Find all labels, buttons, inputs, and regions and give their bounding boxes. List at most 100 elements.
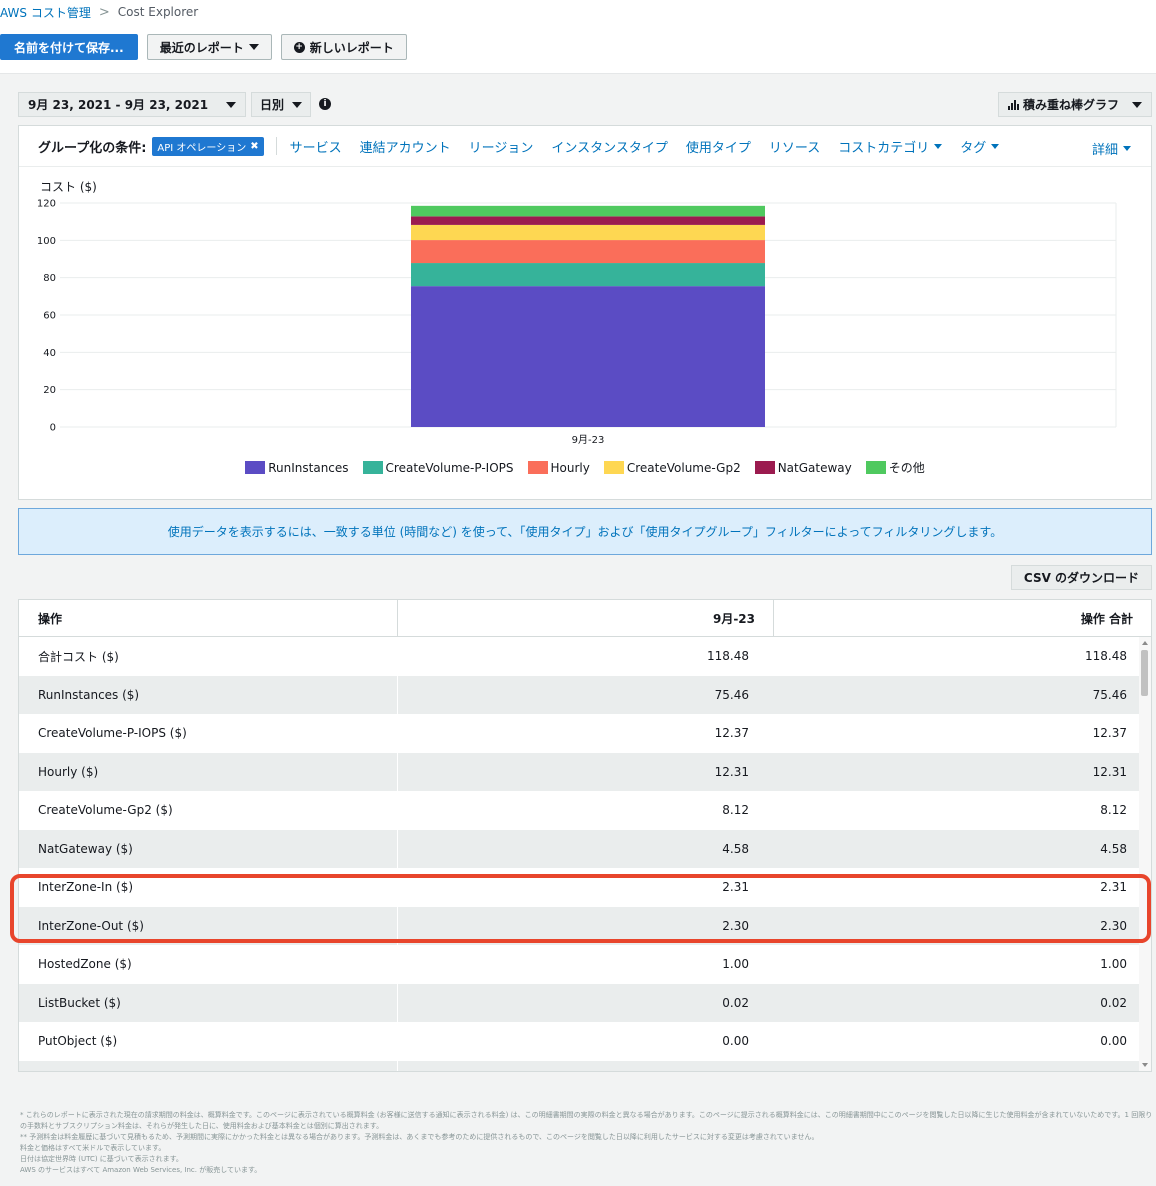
table-row: CreateVolume-Gp2 ($) 8.12 8.12 bbox=[19, 791, 1139, 830]
footnote: AWS のサービスはすべて Amazon Web Services, Inc. … bbox=[20, 1166, 262, 1174]
bar-segment-runinstances[interactable] bbox=[411, 286, 765, 427]
y-tick-label: 40 bbox=[43, 348, 56, 359]
new-report-button[interactable]: + 新しいレポート bbox=[280, 34, 407, 60]
scroll-up-icon[interactable] bbox=[1142, 641, 1148, 645]
bar-segment-createvolume-gp2[interactable] bbox=[411, 224, 765, 241]
date-cost-cell: 2.30 bbox=[397, 906, 774, 945]
scroll-thumb[interactable] bbox=[1141, 650, 1148, 696]
operation-cell: InterZone-In ($) bbox=[38, 880, 134, 895]
chevron-right-icon: > bbox=[98, 4, 110, 20]
legend-item[interactable]: その他 bbox=[865, 459, 925, 476]
operation-cell: CreateVolume-Gp2 ($) bbox=[38, 803, 173, 818]
footnote: 料金と価格はすべて米ドルで表示しています。 bbox=[20, 1144, 166, 1152]
bar-segment-natgateway[interactable] bbox=[411, 216, 765, 225]
column-header-total[interactable]: 操作 合計 bbox=[775, 600, 1151, 637]
date-cost-cell: 75.46 bbox=[397, 675, 774, 714]
date-cost-cell: 2.31 bbox=[722, 880, 749, 895]
chart-type-value: 積み重ね棒グラフ bbox=[1023, 98, 1120, 112]
chart-panel: グループ化の条件: API オペレーション ✖ サービス 連結アカウント リージ… bbox=[18, 125, 1152, 500]
csv-download-label: CSV のダウンロード bbox=[1023, 571, 1140, 585]
y-tick-label: 20 bbox=[43, 385, 56, 396]
info-icon[interactable]: i bbox=[319, 98, 331, 110]
total-cost-cell: 118.48 bbox=[1085, 649, 1127, 664]
date-cost-cell: 118.48 bbox=[707, 649, 749, 664]
table-scrollbar[interactable] bbox=[1139, 637, 1151, 1071]
legend-item[interactable]: CreateVolume-P-IOPS bbox=[362, 459, 514, 476]
footnote: ** 予測料金は料金履歴に基づいて見積もるため、予測期間に実際にかかった料金とは… bbox=[20, 1133, 819, 1141]
date-cost-cell: 0.00 bbox=[722, 1034, 749, 1049]
legend-label: その他 bbox=[888, 461, 925, 475]
granularity-value: 日別 bbox=[260, 98, 285, 112]
legend-item[interactable]: RunInstances bbox=[245, 459, 349, 476]
legend-label: NatGateway bbox=[777, 460, 852, 475]
date-cost-cell: 12.31 bbox=[397, 752, 774, 791]
csv-download-button[interactable]: CSV のダウンロード bbox=[1011, 565, 1152, 590]
date-cost-cell: 1.00 bbox=[722, 957, 749, 972]
table-row: Hourly ($) 12.31 12.31 bbox=[19, 752, 1139, 791]
notice-text: 使用データを表示するには、一致する単位 (時間など) を使って、「使用タイプ」お… bbox=[167, 525, 1003, 539]
granularity-select[interactable]: 日別 bbox=[251, 92, 311, 117]
breadcrumb-current: Cost Explorer bbox=[117, 5, 199, 19]
operation-cell: InterZone-Out ($) bbox=[38, 918, 144, 933]
plus-circle-icon: + bbox=[293, 41, 305, 53]
total-cost-cell: 0.00 bbox=[1100, 1034, 1127, 1049]
date-cost-cell: 0.02 bbox=[397, 983, 774, 1022]
total-cost-cell: 75.46 bbox=[1092, 687, 1127, 702]
date-range-select[interactable]: 9月 23, 2021 - 9月 23, 2021 bbox=[18, 92, 246, 117]
breadcrumb-root-link[interactable]: AWS コスト管理 bbox=[0, 4, 91, 21]
footnote: 日付は協定世界時 (UTC) に基づいて表示されます。 bbox=[20, 1155, 183, 1163]
column-header-date[interactable]: 9月-23 bbox=[397, 600, 774, 637]
legend-label: CreateVolume-P-IOPS bbox=[385, 460, 514, 475]
table-row: CreateVolume-P-IOPS ($) 12.37 12.37 bbox=[19, 714, 1139, 753]
bar-chart-icon bbox=[1008, 99, 1019, 110]
top-bar: AWS コスト管理 > Cost Explorer 名前を付けて保存... 最近… bbox=[0, 0, 1156, 74]
usage-filter-notice: 使用データを表示するには、一致する単位 (時間など) を使って、「使用タイプ」お… bbox=[18, 508, 1152, 555]
legend-swatch bbox=[865, 461, 886, 474]
total-cost-cell: 12.37 bbox=[1092, 726, 1127, 741]
bar-segment-hourly[interactable] bbox=[411, 240, 765, 264]
date-cost-cell: 8.12 bbox=[722, 803, 749, 818]
caret-down-icon bbox=[292, 102, 302, 108]
bar-segment-createvolume-p-iops[interactable] bbox=[411, 263, 765, 287]
legend-item[interactable]: CreateVolume-Gp2 bbox=[603, 459, 741, 476]
legend-item[interactable]: Hourly bbox=[527, 459, 590, 476]
legend-swatch bbox=[603, 461, 624, 474]
table-row: NatGateway ($) 4.58 4.58 bbox=[19, 829, 1139, 868]
cost-chart: 0 20 40 60 80 100 120 9月-23 bbox=[37, 199, 1117, 446]
y-tick-label: 120 bbox=[37, 199, 56, 210]
column-header-operation[interactable]: 操作 bbox=[38, 600, 62, 637]
legend-label: Hourly bbox=[550, 460, 590, 475]
legend-swatch bbox=[362, 461, 383, 474]
legend-swatch bbox=[754, 461, 775, 474]
y-tick-label: 80 bbox=[43, 273, 56, 284]
total-cost-cell: 1.00 bbox=[1100, 957, 1127, 972]
table-row: PutObject ($) 0.00 0.00 bbox=[19, 1022, 1139, 1061]
legend-swatch bbox=[245, 461, 266, 474]
footnotes: * これらのレポートに表示された現在の請求期間の料金は、概算料金です。このページ… bbox=[20, 1110, 1154, 1176]
table-header: 操作 9月-23 操作 合計 bbox=[19, 600, 1151, 637]
table-row: ListBucket ($) 0.02 0.02 bbox=[19, 983, 1139, 1022]
scroll-down-icon[interactable] bbox=[1142, 1063, 1148, 1067]
y-tick-label: 60 bbox=[43, 311, 56, 322]
total-cost-cell: 8.12 bbox=[1100, 803, 1127, 818]
operation-cell: PutObject ($) bbox=[38, 1034, 118, 1049]
operation-cell: NatGateway ($) bbox=[38, 841, 133, 856]
caret-down-icon bbox=[1132, 102, 1142, 108]
filter-row: 9月 23, 2021 - 9月 23, 2021 日別 i 積み重ね棒グラフ bbox=[18, 92, 1152, 118]
total-cost-cell: 0.02 bbox=[1100, 995, 1127, 1010]
total-cost-cell: 4.58 bbox=[1100, 841, 1127, 856]
chart-type-select[interactable]: 積み重ね棒グラフ bbox=[998, 92, 1152, 117]
date-range-value: 9月 23, 2021 - 9月 23, 2021 bbox=[28, 98, 209, 112]
bar-segment--[interactable] bbox=[411, 205, 765, 217]
chart-legend: RunInstances CreateVolume-P-IOPS Hourly Cre… bbox=[19, 459, 1151, 476]
action-buttons: 名前を付けて保存... 最近のレポート + 新しいレポート bbox=[0, 34, 407, 60]
table-row: RunInstances ($) 75.46 75.46 bbox=[19, 675, 1139, 714]
legend-swatch bbox=[527, 461, 548, 474]
legend-label: RunInstances bbox=[268, 460, 349, 475]
operation-cell: HostedZone ($) bbox=[38, 957, 132, 972]
x-tick-label: 9月-23 bbox=[572, 434, 605, 446]
save-as-button[interactable]: 名前を付けて保存... bbox=[0, 34, 138, 60]
operation-cell: 合計コスト ($) bbox=[38, 649, 119, 664]
recent-reports-button[interactable]: 最近のレポート bbox=[146, 34, 272, 60]
legend-item[interactable]: NatGateway bbox=[754, 459, 852, 476]
